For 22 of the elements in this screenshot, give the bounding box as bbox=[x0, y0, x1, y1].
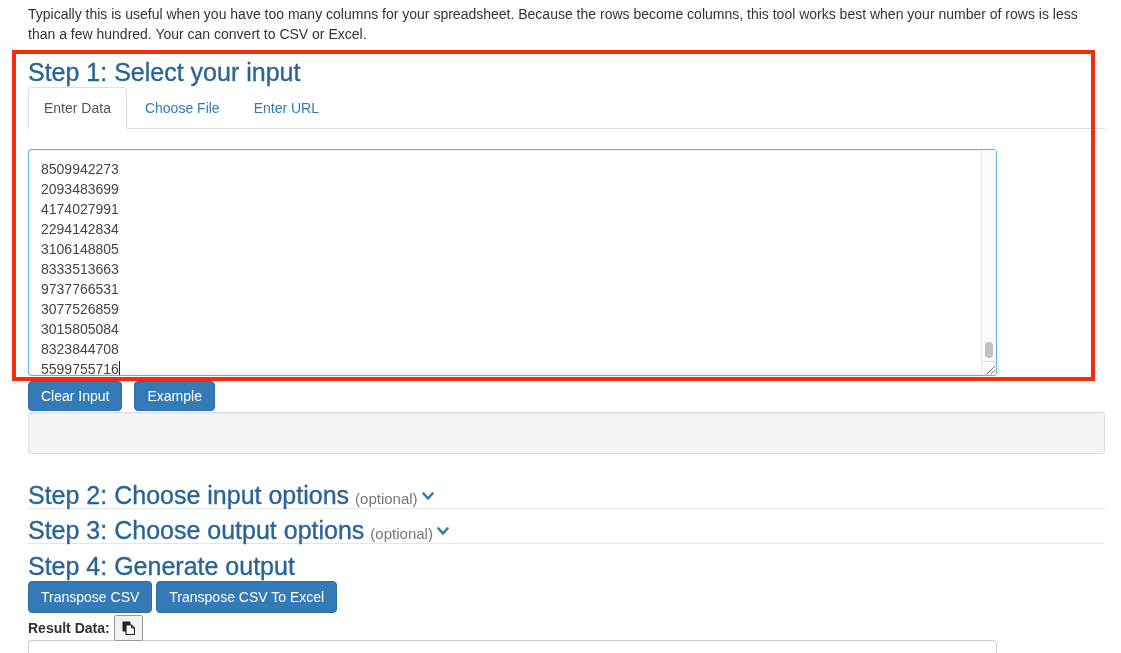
action-button[interactable]: Transpose CSV To Excel bbox=[156, 581, 338, 613]
optional-note: (optional) bbox=[355, 490, 418, 507]
step-title: Step 4: Generate output bbox=[28, 553, 295, 579]
action-button[interactable]: Clear Input bbox=[28, 381, 123, 411]
copy-button[interactable] bbox=[113, 615, 143, 641]
step-title: Step 2: Choose input options bbox=[28, 482, 350, 508]
tab[interactable]: Enter Data bbox=[28, 87, 127, 129]
chevron-down-icon[interactable] bbox=[421, 492, 434, 501]
step-title: Step 3: Choose output options bbox=[28, 517, 365, 543]
data-input-field[interactable]: 8509942273 2093483699 4174027991 2294142834 3106148805 8333513663 9737766531 3077526859 3015805084 8323844708 5599755716 bbox=[28, 149, 997, 376]
action-button[interactable]: Transpose CSV bbox=[28, 581, 153, 613]
resize-grip-icon[interactable] bbox=[982, 361, 996, 375]
action-button[interactable]: Example bbox=[134, 381, 215, 411]
tab[interactable]: Choose File bbox=[128, 87, 236, 129]
chevron-down-icon[interactable] bbox=[436, 527, 449, 536]
step-title: Step 1: Select your input bbox=[28, 59, 301, 85]
tab[interactable]: Enter URL bbox=[237, 87, 335, 129]
copy-icon bbox=[121, 621, 135, 635]
output-field[interactable] bbox=[28, 640, 997, 653]
intro-text: Typically this is useful when you have too many columns for your spreadsheet. Because the rows become columns, this tool works best when your number of rows is less than a few hundred. Your can convert to CSV or Excel. bbox=[28, 5, 1079, 44]
optional-note: (optional) bbox=[370, 525, 433, 542]
result-label: Result Data: bbox=[28, 620, 110, 636]
